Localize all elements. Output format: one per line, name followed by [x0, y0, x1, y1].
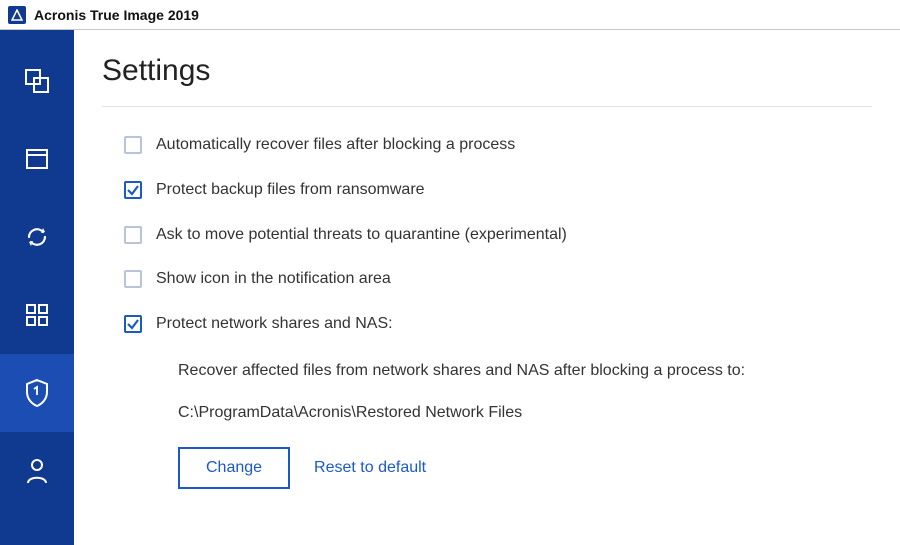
settings-options: Automatically recover files after blocki… [102, 131, 872, 489]
checkbox-protect-backup[interactable] [124, 181, 142, 199]
checkbox-quarantine[interactable] [124, 226, 142, 244]
nas-subsection: Recover affected files from network shar… [156, 359, 872, 489]
page-title: Settings [102, 54, 872, 107]
app-logo-icon [8, 6, 26, 24]
option-protect-backup: Protect backup files from ransomware [124, 180, 872, 201]
app-title: Acronis True Image 2019 [34, 7, 199, 23]
sidebar-item-backup[interactable] [0, 42, 74, 120]
option-quarantine: Ask to move potential threats to quarant… [124, 225, 872, 246]
checkbox-show-icon[interactable] [124, 270, 142, 288]
sidebar-item-archive[interactable] [0, 120, 74, 198]
checkbox-auto-recover[interactable] [124, 136, 142, 154]
change-button[interactable]: Change [178, 447, 290, 489]
option-auto-recover: Automatically recover files after blocki… [124, 135, 872, 156]
label-protect-nas: Protect network shares and NAS: [156, 314, 393, 335]
option-show-icon: Show icon in the notification area [124, 269, 872, 290]
label-quarantine: Ask to move potential threats to quarant… [156, 225, 567, 246]
nas-description: Recover affected files from network shar… [178, 359, 872, 383]
content-area: Settings Automatically recover files aft… [74, 30, 900, 545]
checkbox-protect-nas[interactable] [124, 315, 142, 333]
sidebar-item-tools[interactable] [0, 276, 74, 354]
nas-button-row: Change Reset to default [178, 447, 872, 489]
option-protect-nas: Protect network shares and NAS: [124, 314, 872, 335]
sidebar-item-sync[interactable] [0, 198, 74, 276]
titlebar: Acronis True Image 2019 [0, 0, 900, 30]
label-protect-backup: Protect backup files from ransomware [156, 180, 425, 201]
sidebar-item-account[interactable] [0, 432, 74, 510]
nas-path: C:\ProgramData\Acronis\Restored Network … [178, 401, 872, 425]
sidebar [0, 30, 74, 545]
label-auto-recover: Automatically recover files after blocki… [156, 135, 515, 156]
label-show-icon: Show icon in the notification area [156, 269, 391, 290]
reset-link[interactable]: Reset to default [314, 459, 426, 477]
sidebar-item-protection[interactable] [0, 354, 74, 432]
